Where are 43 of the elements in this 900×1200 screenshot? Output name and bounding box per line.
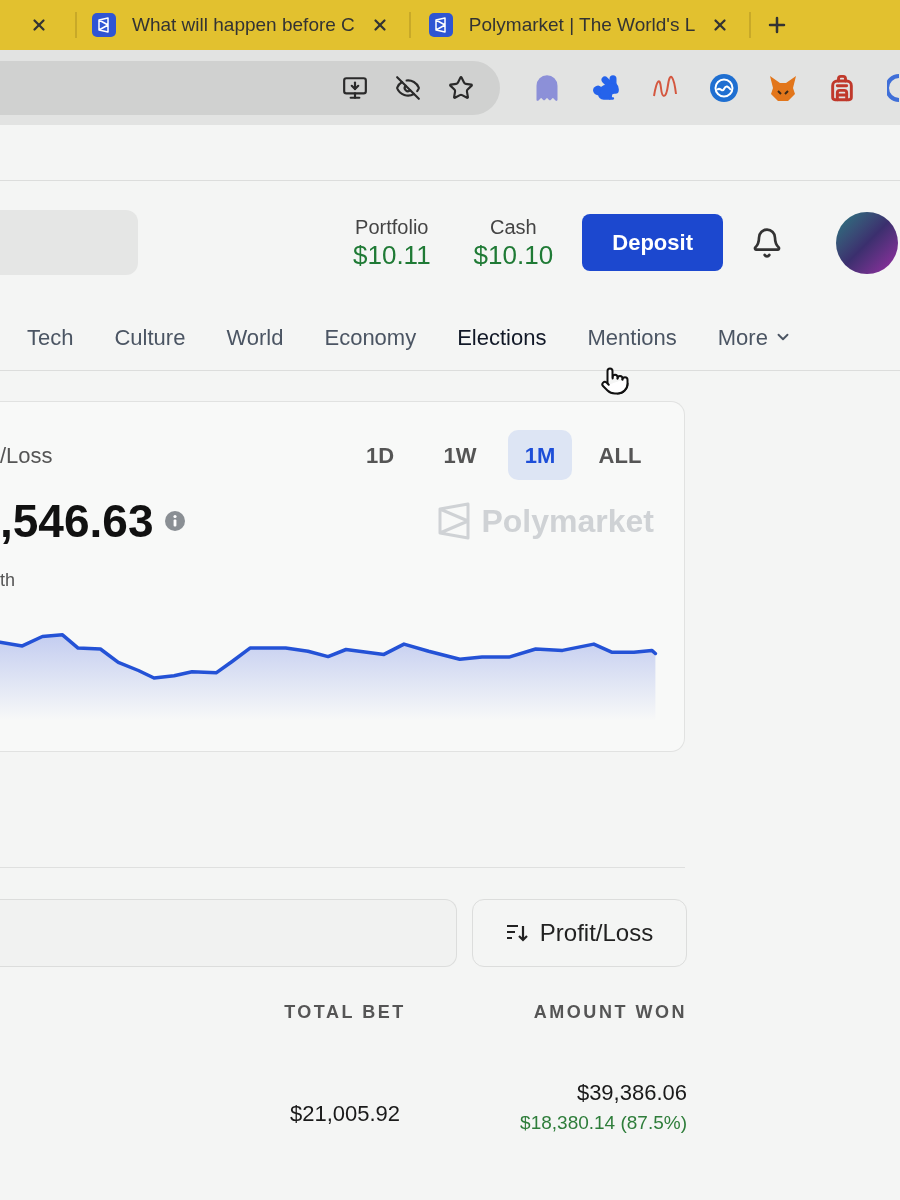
close-icon[interactable]	[30, 16, 48, 34]
nav-link[interactable]: Mentions	[587, 320, 677, 354]
install-app-icon[interactable]	[342, 74, 368, 101]
profit-text: $18,380.14 (87.5%)	[520, 1111, 687, 1135]
column-header: TOTAL BET	[283, 1001, 407, 1024]
profit-loss-value: ,546.63	[0, 497, 154, 545]
rabbit-icon[interactable]	[592, 73, 620, 102]
bookmark-star-icon[interactable]	[448, 74, 474, 101]
more-menu-button[interactable]: More	[717, 320, 792, 354]
nav-link[interactable]: Economy	[324, 320, 417, 354]
time-range-tab[interactable]: 1M	[508, 430, 572, 480]
backpack-icon[interactable]	[828, 73, 856, 102]
balance-value: $10.10	[473, 238, 554, 271]
tab-title[interactable]: Polymarket | The World's L	[468, 10, 696, 40]
time-range-tab[interactable]: 1W	[428, 430, 492, 480]
balance-label: Portfolio	[355, 214, 429, 239]
fox-icon[interactable]	[769, 73, 797, 102]
nav-link[interactable]: World	[226, 320, 284, 354]
balance-value: $10.11	[353, 238, 431, 271]
info-icon[interactable]	[165, 511, 186, 531]
logo-tile-icon	[428, 13, 453, 37]
nav-link[interactable]: Culture	[114, 320, 186, 354]
sort-button[interactable]: Profit/Loss	[472, 899, 687, 967]
balance-label: Cash	[490, 214, 537, 239]
table-cell-text: $39,386.06	[576, 1079, 687, 1107]
sort-icon	[505, 924, 528, 942]
watermark-logo-icon	[437, 502, 472, 540]
column-header: AMOUNT WON	[532, 1001, 687, 1024]
ring-icon[interactable]	[887, 73, 899, 102]
nav-link[interactable]: Elections	[457, 320, 547, 354]
eye-off-icon[interactable]	[395, 74, 421, 101]
wave-circle-icon[interactable]	[710, 73, 738, 102]
nav-link[interactable]: Tech	[27, 320, 74, 354]
deposit-button[interactable]: Deposit	[582, 214, 724, 271]
time-range-tab[interactable]: 1D	[348, 430, 412, 480]
period-label: th	[0, 569, 15, 591]
tab-title[interactable]: What will happen before C	[132, 10, 355, 40]
table-cell-text: $21,005.92	[288, 1100, 402, 1129]
logo-tile-icon	[92, 13, 116, 37]
card-title: /Loss	[0, 441, 53, 470]
search-field[interactable]	[0, 899, 457, 967]
time-range-tab[interactable]: ALL	[588, 430, 652, 480]
hand-cursor-icon	[600, 366, 630, 396]
